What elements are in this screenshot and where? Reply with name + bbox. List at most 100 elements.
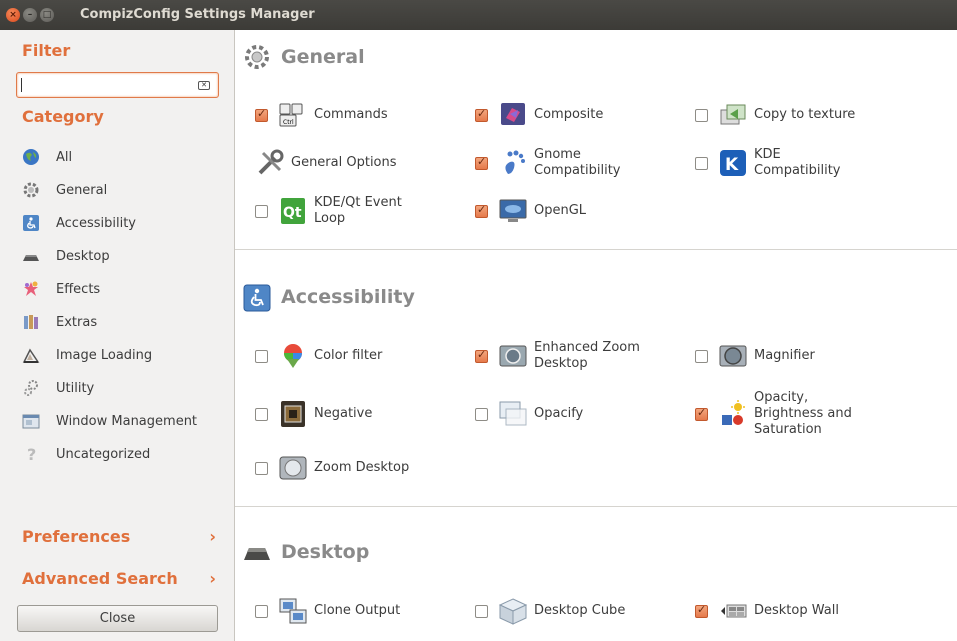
plugin-label: General Options — [291, 155, 397, 170]
plugin-checkbox[interactable] — [255, 107, 268, 122]
plugin-label: Opacify — [534, 406, 584, 421]
window-maximize-button[interactable]: □ — [40, 8, 54, 22]
filter-heading: Filter — [22, 41, 71, 60]
qt-icon: Qt — [278, 196, 308, 226]
plugin-kde-qt-event-loop[interactable]: Qt KDE/Qt Event Loop — [255, 191, 465, 231]
plugin-zoom-desktop[interactable]: Zoom Desktop — [255, 448, 465, 488]
plugin-desktop-wall[interactable]: Desktop Wall — [695, 591, 905, 631]
composite-icon — [498, 100, 528, 130]
plugin-negative[interactable]: Negative — [255, 394, 465, 434]
plugin-commands[interactable]: Ctrl Commands — [255, 95, 465, 135]
plugin-checkbox[interactable] — [695, 349, 708, 363]
section-title-general: General — [281, 46, 365, 68]
plugin-checkbox[interactable] — [475, 407, 488, 421]
plugin-label: Opacity, Brightness and Saturation — [754, 390, 852, 437]
plugin-kde-compatibility[interactable]: K KDE Compatibility — [695, 143, 905, 183]
close-button[interactable]: Close — [17, 605, 218, 632]
category-label: Effects — [56, 281, 101, 297]
category-extras[interactable]: Extras — [22, 310, 222, 334]
plugin-color-filter[interactable]: Color filter — [255, 336, 465, 376]
plugin-checkbox[interactable] — [255, 604, 268, 618]
globe-icon — [22, 148, 40, 166]
plugin-checkbox[interactable] — [695, 406, 708, 421]
plugin-checkbox[interactable] — [255, 349, 268, 363]
accessibility-icon — [22, 214, 40, 232]
plugin-general-options[interactable]: General Options — [255, 143, 465, 183]
category-label: Accessibility — [56, 215, 136, 231]
plugin-label: KDE Compatibility — [754, 147, 841, 178]
section-title-accessibility: Accessibility — [281, 286, 415, 308]
category-general[interactable]: General — [22, 178, 222, 202]
desktop-wall-icon — [718, 596, 748, 626]
gnome-icon — [498, 148, 528, 178]
category-uncategorized[interactable]: ? Uncategorized — [22, 442, 222, 466]
plugin-label: Commands — [314, 107, 388, 122]
svg-text:K: K — [725, 155, 739, 175]
plugin-clone-output[interactable]: Clone Output — [255, 591, 465, 631]
category-label: Uncategorized — [56, 446, 151, 462]
plugin-copy-to-texture[interactable]: Copy to texture — [695, 95, 905, 135]
plugin-magnifier[interactable]: Magnifier — [695, 336, 905, 376]
zoom-icon — [278, 453, 308, 483]
category-accessibility[interactable]: Accessibility — [22, 211, 222, 235]
plugin-opacify[interactable]: Opacify — [475, 394, 685, 434]
filter-field[interactable]: ✕ — [16, 72, 219, 98]
plugin-checkbox[interactable] — [475, 107, 488, 122]
svg-text:Ctrl: Ctrl — [283, 119, 294, 126]
plugin-checkbox[interactable] — [475, 155, 488, 170]
advanced-search-link[interactable]: Advanced Search › — [22, 569, 222, 593]
category-label: Window Management — [56, 413, 198, 429]
plugin-composite[interactable]: Composite — [475, 95, 685, 135]
color-filter-icon — [278, 341, 308, 371]
magnifier-icon — [718, 341, 748, 371]
sidebar: Filter ✕ Category All General Accessibil… — [0, 30, 233, 641]
plugin-checkbox[interactable] — [255, 461, 268, 475]
plugin-label: Copy to texture — [754, 107, 856, 122]
preferences-link[interactable]: Preferences › — [22, 527, 222, 551]
plugin-checkbox[interactable] — [475, 604, 488, 618]
plugin-opengl[interactable]: OpenGL — [475, 191, 685, 231]
category-label: Image Loading — [56, 347, 153, 363]
plugin-label: Composite — [534, 107, 604, 122]
plugin-label: Desktop Cube — [534, 603, 626, 618]
section-divider — [235, 249, 957, 250]
plugin-checkbox[interactable] — [695, 156, 708, 170]
extras-icon — [22, 313, 40, 331]
plugin-enhanced-zoom-desktop[interactable]: Enhanced Zoom Desktop — [475, 336, 685, 376]
plugin-checkbox[interactable] — [255, 407, 268, 421]
category-window-management[interactable]: Window Management — [22, 409, 222, 433]
desktop-icon — [22, 247, 40, 265]
clear-text-icon[interactable]: ✕ — [198, 81, 210, 90]
window-minimize-button[interactable]: – — [23, 8, 37, 22]
category-utility[interactable]: Utility — [22, 376, 222, 400]
plugin-checkbox[interactable] — [255, 204, 268, 218]
title-bar: × – □ CompizConfig Settings Manager — [0, 0, 957, 30]
plugin-label: Clone Output — [314, 603, 401, 618]
plugin-checkbox[interactable] — [695, 603, 708, 618]
filter-input[interactable] — [17, 73, 187, 97]
clone-output-icon — [278, 596, 308, 626]
plugin-gnome-compatibility[interactable]: Gnome Compatibility — [475, 143, 685, 183]
svg-text:?: ? — [27, 445, 36, 463]
plugin-desktop-cube[interactable]: Desktop Cube — [475, 591, 685, 631]
category-effects[interactable]: Effects — [22, 277, 222, 301]
window-management-icon — [22, 412, 40, 430]
brightness-icon — [718, 399, 748, 429]
text-caret — [21, 78, 22, 92]
plugin-checkbox[interactable] — [695, 108, 708, 122]
plugin-label: Desktop Wall — [754, 603, 839, 618]
gear-icon — [22, 181, 40, 199]
chevron-right-icon: › — [209, 527, 216, 546]
plugin-opacity-brightness-saturation[interactable]: Opacity, Brightness and Saturation — [695, 390, 905, 437]
window-close-button[interactable]: × — [6, 8, 20, 22]
category-heading: Category — [22, 107, 104, 126]
zoom-desktop-icon — [498, 341, 528, 371]
category-desktop[interactable]: Desktop — [22, 244, 222, 268]
plugin-checkbox[interactable] — [475, 203, 488, 218]
plugin-checkbox[interactable] — [475, 348, 488, 363]
category-all[interactable]: All — [22, 145, 222, 169]
category-image-loading[interactable]: Image Loading — [22, 343, 222, 367]
plugin-list: General Ctrl Commands Composite Copy to … — [234, 30, 957, 641]
monitor-icon — [498, 196, 528, 226]
category-label: Desktop — [56, 248, 110, 264]
